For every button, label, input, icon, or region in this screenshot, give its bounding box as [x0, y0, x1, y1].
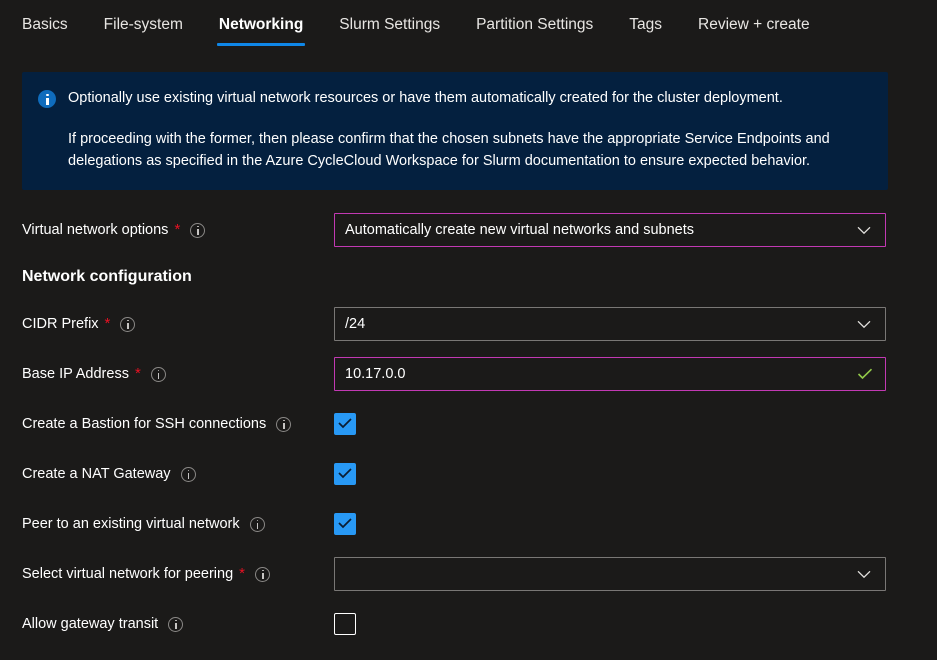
control-peer-existing-vnet: [334, 513, 356, 535]
info-tooltip-icon[interactable]: [120, 316, 136, 332]
label-text: Select virtual network for peering: [22, 566, 234, 582]
info-tooltip-icon[interactable]: [255, 566, 270, 582]
chevron-down-icon: [857, 226, 871, 235]
label-create-nat-gateway: Create a NAT Gateway: [22, 464, 334, 484]
info-tooltip-icon[interactable]: [276, 416, 292, 432]
field-row-peer-existing-vnet: Peer to an existing virtual network: [0, 499, 937, 549]
required-asterisk: *: [104, 315, 111, 332]
field-row-allow-gateway-transit: Allow gateway transit: [0, 599, 937, 649]
label-text: Base IP Address: [22, 366, 129, 382]
base-ip-address-input[interactable]: 10.17.0.0: [334, 357, 886, 391]
tab-basics[interactable]: Basics: [22, 14, 86, 48]
field-row-create-nat-gateway: Create a NAT Gateway: [0, 449, 937, 499]
control-create-nat-gateway: [334, 463, 356, 485]
control-base-ip-address: 10.17.0.0: [334, 357, 886, 391]
info-tooltip-icon[interactable]: [180, 466, 196, 482]
info-tooltip-icon[interactable]: [190, 222, 206, 238]
tab-tags[interactable]: Tags: [611, 14, 680, 48]
allow-gateway-transit-checkbox[interactable]: [334, 613, 356, 635]
field-row-virtual-network-options: Virtual network options * Automatically …: [0, 205, 937, 255]
info-tooltip-icon[interactable]: [168, 616, 184, 632]
required-asterisk: *: [239, 565, 245, 582]
label-virtual-network-options: Virtual network options *: [22, 220, 334, 240]
select-vnet-peering-dropdown[interactable]: [334, 557, 886, 591]
create-nat-gateway-checkbox[interactable]: [334, 463, 356, 485]
label-text: Create a NAT Gateway: [22, 466, 171, 482]
info-banner: Optionally use existing virtual network …: [22, 72, 888, 190]
networking-form: Virtual network options * Automatically …: [0, 205, 937, 649]
label-create-bastion: Create a Bastion for SSH connections: [22, 414, 334, 434]
chevron-down-icon: [857, 570, 871, 579]
tab-partition-settings[interactable]: Partition Settings: [458, 14, 611, 48]
label-text: Allow gateway transit: [22, 616, 159, 632]
info-banner-line-2: If proceeding with the former, then plea…: [68, 131, 830, 169]
label-text: Create a Bastion for SSH connections: [22, 416, 267, 432]
field-row-cidr-prefix: CIDR Prefix * /24: [0, 299, 937, 349]
label-base-ip-address: Base IP Address *: [22, 364, 334, 384]
section-heading-network-configuration: Network configuration: [22, 268, 192, 285]
control-allow-gateway-transit: [334, 613, 356, 635]
control-cidr-prefix: /24: [334, 307, 886, 341]
tab-networking[interactable]: Networking: [201, 14, 321, 48]
field-row-select-vnet-peering: Select virtual network for peering *: [0, 549, 937, 599]
label-text: CIDR Prefix: [22, 316, 99, 332]
required-asterisk: *: [174, 221, 181, 238]
cidr-prefix-value: /24: [345, 316, 366, 332]
tab-slurm-settings[interactable]: Slurm Settings: [321, 14, 458, 48]
field-row-base-ip-address: Base IP Address * 10.17.0.0: [0, 349, 937, 399]
create-bastion-checkbox[interactable]: [334, 413, 356, 435]
label-cidr-prefix: CIDR Prefix *: [22, 314, 334, 334]
info-tooltip-icon[interactable]: [150, 366, 166, 382]
peer-existing-vnet-checkbox[interactable]: [334, 513, 356, 535]
tab-review-create[interactable]: Review + create: [680, 14, 828, 48]
virtual-network-options-dropdown[interactable]: Automatically create new virtual network…: [334, 213, 886, 247]
wizard-tab-bar: Basics File-system Networking Slurm Sett…: [0, 0, 937, 58]
control-select-vnet-peering: [334, 557, 886, 591]
info-icon: [38, 90, 56, 108]
valid-check-icon: [857, 368, 873, 380]
required-asterisk: *: [134, 365, 141, 382]
field-row-create-bastion: Create a Bastion for SSH connections: [0, 399, 937, 449]
label-select-vnet-peering: Select virtual network for peering *: [22, 564, 334, 584]
info-banner-line-1: Optionally use existing virtual network …: [68, 90, 783, 106]
info-tooltip-icon[interactable]: [249, 516, 265, 532]
virtual-network-options-value: Automatically create new virtual network…: [345, 222, 694, 238]
label-allow-gateway-transit: Allow gateway transit: [22, 614, 334, 634]
control-virtual-network-options: Automatically create new virtual network…: [334, 213, 886, 247]
base-ip-address-value: 10.17.0.0: [345, 366, 406, 382]
label-text: Peer to an existing virtual network: [22, 516, 240, 532]
chevron-down-icon: [857, 320, 871, 329]
label-peer-existing-vnet: Peer to an existing virtual network: [22, 514, 334, 534]
control-create-bastion: [334, 413, 356, 435]
info-banner-text: Optionally use existing virtual network …: [68, 88, 870, 172]
tab-file-system[interactable]: File-system: [86, 14, 201, 48]
cidr-prefix-dropdown[interactable]: /24: [334, 307, 886, 341]
label-text: Virtual network options: [22, 222, 169, 238]
